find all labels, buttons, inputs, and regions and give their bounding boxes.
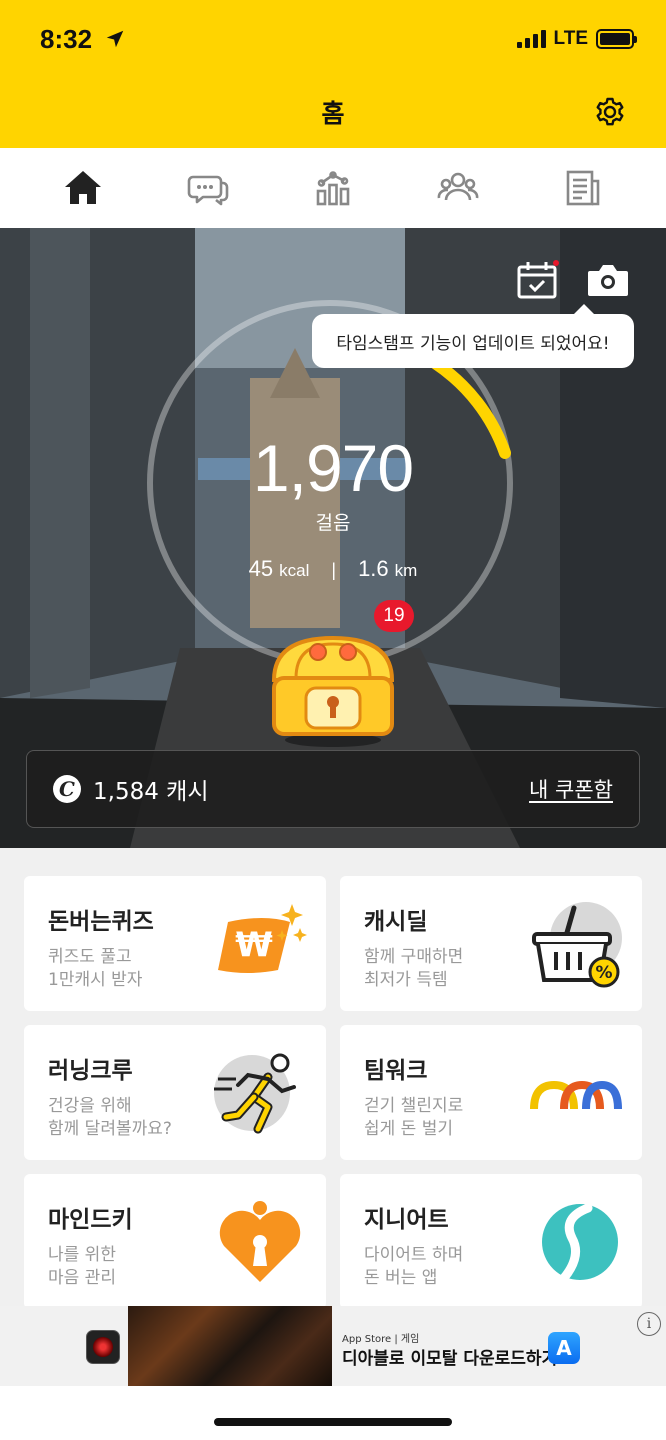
cash-balance: 1,584 캐시 (93, 779, 209, 805)
cash-balance-bar: C 1,584 캐시 내 쿠폰함 (26, 750, 640, 828)
bottom-safe-area (0, 1386, 666, 1440)
runner-icon (214, 1053, 296, 1134)
card-running-crew[interactable]: 러닝크루 건강을 위해 함께 달려볼까요? (24, 1025, 326, 1160)
coupon-box-link[interactable]: 내 쿠폰함 (529, 774, 613, 804)
status-indicators: LTE (516, 28, 637, 50)
network-label: LTE (553, 28, 588, 49)
geniet-logo-icon (542, 1203, 618, 1283)
won-sparkle-icon: ₩ (218, 904, 307, 973)
signal-icon (516, 30, 546, 48)
cash-coin-icon: C (53, 775, 81, 803)
basket-icon: % (532, 902, 622, 988)
home-indicator[interactable] (214, 1418, 452, 1426)
top-bar: 8:32 LTE 홈 (0, 0, 666, 148)
stats-separator: | (331, 560, 337, 580)
ad-info-icon[interactable]: i (637, 1312, 661, 1336)
ad-banner[interactable]: App Store | 게임 디아블로 이모탈 다운로드하기 A (0, 1306, 666, 1386)
location-arrow-icon (106, 30, 124, 48)
news-icon (567, 170, 600, 206)
home-icon (64, 171, 101, 204)
calendar-check-icon[interactable] (516, 260, 560, 300)
treasure-chest-icon[interactable] (266, 632, 400, 748)
step-unit: 걸음 (315, 512, 351, 534)
ad-image (128, 1306, 332, 1386)
distance-value: 1.6 (358, 556, 389, 581)
card-geniet[interactable]: 지니어트 다이어트 하며 돈 버는 앱 (340, 1174, 642, 1309)
nav-home[interactable] (53, 158, 113, 218)
teamwork-icon (530, 1080, 622, 1110)
chat-icon (187, 175, 229, 206)
main-nav (0, 148, 666, 228)
card-cashdeal[interactable]: 캐시딜 함께 구매하면 최저가 득템 % (340, 876, 642, 1011)
gear-icon[interactable] (594, 96, 626, 128)
camera-icon[interactable] (586, 262, 630, 298)
activity-stats: 45 kcal | 1.6 km (0, 556, 666, 582)
heart-keyhole-icon (219, 1201, 301, 1282)
stats-icon (316, 171, 350, 206)
nav-stats[interactable] (303, 158, 363, 218)
status-time: 8:32 (40, 24, 93, 54)
step-count: 1,970 (252, 431, 414, 505)
svg-text:₩: ₩ (235, 925, 273, 965)
nav-chat[interactable] (178, 158, 238, 218)
ad-store-label: App Store | 게임 (342, 1334, 420, 1345)
battery-icon (596, 29, 637, 49)
ad-text: 디아블로 이모탈 다운로드하기 (342, 1349, 558, 1369)
kcal-value: 45 (248, 556, 274, 581)
chest-count-badge: 19 (374, 600, 414, 632)
kcal-unit: kcal (279, 561, 310, 580)
card-teamwork[interactable]: 팀워크 걷기 챌린지로 쉽게 돈 벌기 (340, 1025, 642, 1160)
feature-cards: 돈버는퀴즈 퀴즈도 풀고 1만캐시 받자 ₩ 캐시딜 함께 구매하면 최저가 득… (24, 876, 642, 1309)
card-mindkey[interactable]: 마인드키 나를 위한 마음 관리 (24, 1174, 326, 1309)
svg-text:%: % (595, 963, 612, 983)
page-title: 홈 (321, 99, 345, 128)
timestamp-tooltip[interactable]: 타임스탬프 기능이 업데이트 되었어요! (312, 304, 634, 368)
nav-friends[interactable] (428, 158, 488, 218)
card-quiz[interactable]: 돈버는퀴즈 퀴즈도 풀고 1만캐시 받자 ₩ (24, 876, 326, 1011)
diablo-app-logo (86, 1330, 120, 1364)
friends-icon (437, 172, 479, 201)
distance-unit: km (394, 561, 418, 580)
app-store-icon[interactable]: A (548, 1332, 580, 1364)
nav-news[interactable] (553, 158, 613, 218)
